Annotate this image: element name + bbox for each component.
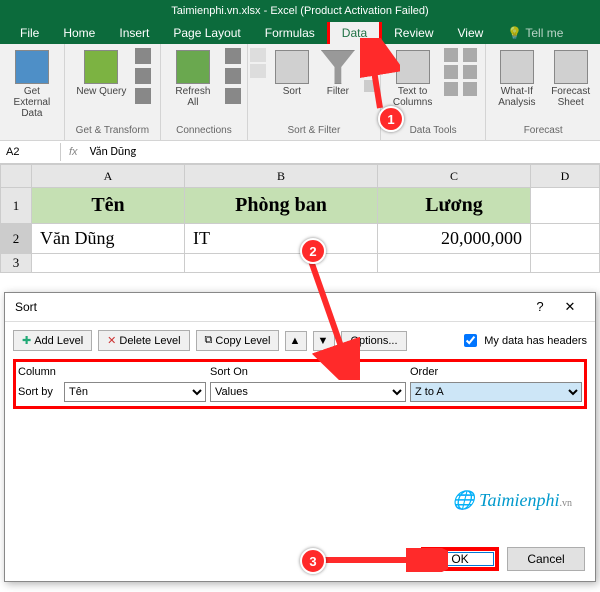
cell[interactable] <box>531 254 600 273</box>
options-button[interactable]: Options... <box>341 331 406 351</box>
properties-icon[interactable] <box>225 68 241 84</box>
fx-icon[interactable]: fx <box>61 146 86 158</box>
clear-icon[interactable] <box>364 48 378 60</box>
order-select[interactable]: Z to A <box>410 382 582 402</box>
cell[interactable] <box>32 254 185 273</box>
add-level-button[interactable]: ✚Add Level <box>13 330 92 351</box>
tab-data[interactable]: Data <box>327 19 382 47</box>
get-external-data-button[interactable]: Get External Data <box>6 48 58 121</box>
tab-view[interactable]: View <box>446 22 496 44</box>
cell[interactable]: Lương <box>378 188 531 224</box>
sortby-label: Sort by <box>18 386 60 398</box>
move-up-button[interactable]: ▲ <box>285 331 307 351</box>
show-queries-icon[interactable] <box>135 48 151 64</box>
cell[interactable]: Tên <box>32 188 185 224</box>
row-header[interactable]: 3 <box>1 254 32 273</box>
row-header[interactable]: 1 <box>1 188 32 224</box>
dialog-title: Sort <box>15 300 37 314</box>
callout-1: 1 <box>378 106 404 132</box>
col-header[interactable]: B <box>185 165 378 188</box>
whatif-button[interactable]: What-If Analysis <box>492 48 541 110</box>
cell[interactable]: 20,000,000 <box>378 224 531 254</box>
ribbon-group-label: Get & Transform <box>76 123 149 136</box>
move-down-button[interactable]: ▼ <box>313 331 335 351</box>
col-header[interactable]: D <box>531 165 600 188</box>
cell[interactable] <box>378 254 531 273</box>
advanced-icon[interactable] <box>364 80 378 92</box>
callout-2: 2 <box>300 238 326 264</box>
edit-links-icon[interactable] <box>225 88 241 104</box>
tab-tellme[interactable]: 💡 Tell me <box>495 22 575 44</box>
text-to-columns-button[interactable]: Text to Columns <box>387 48 438 110</box>
forecast-sheet-button[interactable]: Forecast Sheet <box>547 48 594 110</box>
sorton-header: Sort On <box>210 366 410 378</box>
from-table-icon[interactable] <box>135 68 151 84</box>
formula-bar: A2 fx Văn Dũng <box>0 141 600 164</box>
callout-3: 3 <box>300 548 326 574</box>
cell[interactable] <box>531 224 600 254</box>
cell[interactable] <box>185 254 378 273</box>
ribbon: Get External Data New Query Get & Transf… <box>0 44 600 141</box>
ribbon-group-label: Sort & Filter <box>287 123 340 136</box>
filter-button[interactable]: Filter <box>318 48 358 99</box>
sort-button[interactable]: Sort <box>272 48 312 99</box>
validation-icon[interactable] <box>444 65 458 79</box>
tab-file[interactable]: File <box>8 22 51 44</box>
sort-az-icon[interactable] <box>250 48 266 62</box>
manage-model-icon[interactable] <box>463 82 477 96</box>
sort-za-icon[interactable] <box>250 64 266 78</box>
refresh-all-button[interactable]: Refresh All <box>167 48 219 110</box>
cell[interactable]: Văn Dũng <box>32 224 185 254</box>
consolidate-icon[interactable] <box>463 65 477 79</box>
sortby-column-select[interactable]: Tên <box>64 382 206 402</box>
connections-icon[interactable] <box>225 48 241 64</box>
tab-home[interactable]: Home <box>51 22 107 44</box>
copy-icon: ⧉ <box>205 334 213 347</box>
watermark: 🌐 Taimienphi.vn <box>452 490 572 511</box>
flash-fill-icon[interactable] <box>444 48 458 62</box>
remove-dup-icon[interactable] <box>463 48 477 62</box>
delete-level-button[interactable]: ✕Delete Level <box>98 330 189 351</box>
reapply-icon[interactable] <box>364 64 378 76</box>
ribbon-group-label: Data Tools <box>410 123 457 136</box>
window-title: Taimienphi.vn.xlsx - Excel (Product Acti… <box>171 5 428 17</box>
has-headers-checkbox[interactable]: My data has headers <box>460 331 587 350</box>
column-header: Column <box>18 366 210 378</box>
sort-dialog: Sort ?✕ ✚Add Level ✕Delete Level ⧉Copy L… <box>4 292 596 582</box>
col-header[interactable]: A <box>32 165 185 188</box>
help-icon[interactable]: ? <box>525 299 555 314</box>
plus-icon: ✚ <box>22 334 31 347</box>
title-bar: Taimienphi.vn.xlsx - Excel (Product Acti… <box>0 0 600 22</box>
order-header: Order <box>410 366 582 378</box>
sort-criteria-grid: Column Sort On Order Sort by Tên Values … <box>13 359 587 409</box>
col-header[interactable]: C <box>378 165 531 188</box>
cancel-button[interactable]: Cancel <box>507 547 585 571</box>
cell[interactable] <box>531 188 600 224</box>
new-query-button[interactable]: New Query <box>73 48 129 99</box>
cell[interactable]: IT <box>185 224 378 254</box>
close-icon[interactable]: ✕ <box>555 299 585 315</box>
worksheet[interactable]: ABCD 1TênPhòng banLương 2Văn DũngIT20,00… <box>0 164 600 273</box>
tab-pagelayout[interactable]: Page Layout <box>161 22 252 44</box>
recent-sources-icon[interactable] <box>135 88 151 104</box>
menu-bar: File Home Insert Page Layout Formulas Da… <box>0 22 600 44</box>
sorton-select[interactable]: Values <box>210 382 406 402</box>
cell[interactable]: Phòng ban <box>185 188 378 224</box>
ok-button[interactable]: OK <box>421 547 499 571</box>
ribbon-group-label: Forecast <box>524 123 563 136</box>
x-icon: ✕ <box>107 334 116 347</box>
row-header[interactable]: 2 <box>1 224 32 254</box>
ribbon-group-label: Connections <box>176 123 232 136</box>
tab-review[interactable]: Review <box>382 22 445 44</box>
tab-formulas[interactable]: Formulas <box>253 22 327 44</box>
relationships-icon[interactable] <box>444 82 458 96</box>
name-box[interactable]: A2 <box>0 143 61 161</box>
formula-input[interactable]: Văn Dũng <box>86 143 141 161</box>
tab-insert[interactable]: Insert <box>107 22 161 44</box>
copy-level-button[interactable]: ⧉Copy Level <box>196 330 280 351</box>
